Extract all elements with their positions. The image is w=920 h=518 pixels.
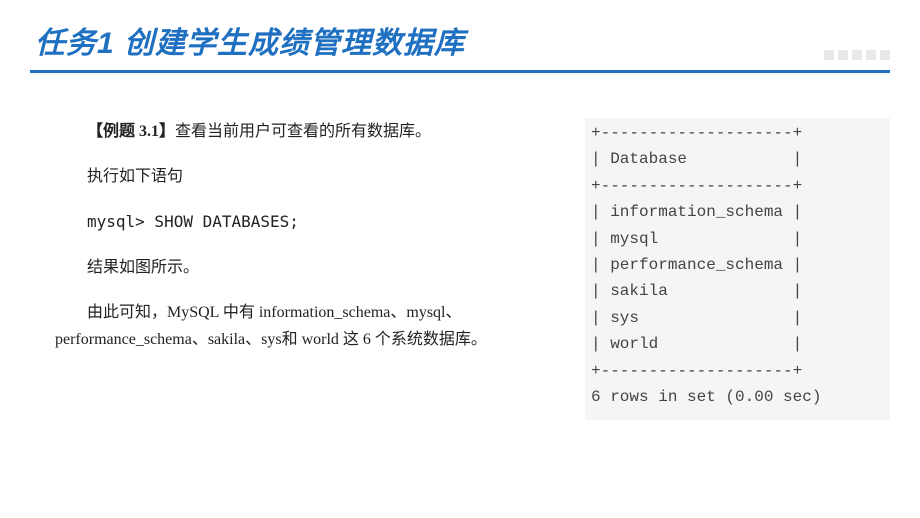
decorative-squares [824, 50, 890, 60]
square-icon [866, 50, 876, 60]
text-column: 【例题 3.1】查看当前用户可查看的所有数据库。 执行如下语句 mysql> S… [55, 118, 570, 420]
paragraph-sql-command: mysql> SHOW DATABASES; [55, 208, 570, 235]
slide-title: 任务1 创建学生成绩管理数据库 [35, 18, 885, 62]
example-label: 【例题 3.1】 [87, 123, 175, 140]
square-icon [880, 50, 890, 60]
paragraph-instruction: 执行如下语句 [55, 163, 570, 190]
square-icon [852, 50, 862, 60]
paragraph-explanation: 由此可知，MySQL 中有 information_schema、mysql、p… [55, 299, 570, 353]
content-area: 【例题 3.1】查看当前用户可查看的所有数据库。 执行如下语句 mysql> S… [0, 73, 920, 420]
slide-header: 任务1 创建学生成绩管理数据库 [0, 0, 920, 70]
square-icon [838, 50, 848, 60]
square-icon [824, 50, 834, 60]
paragraph-result-label: 结果如图所示。 [55, 254, 570, 281]
sql-result-output: +--------------------+ | Database | +---… [585, 118, 890, 420]
example-description: 查看当前用户可查看的所有数据库。 [175, 123, 431, 140]
paragraph-example-title: 【例题 3.1】查看当前用户可查看的所有数据库。 [55, 118, 570, 145]
